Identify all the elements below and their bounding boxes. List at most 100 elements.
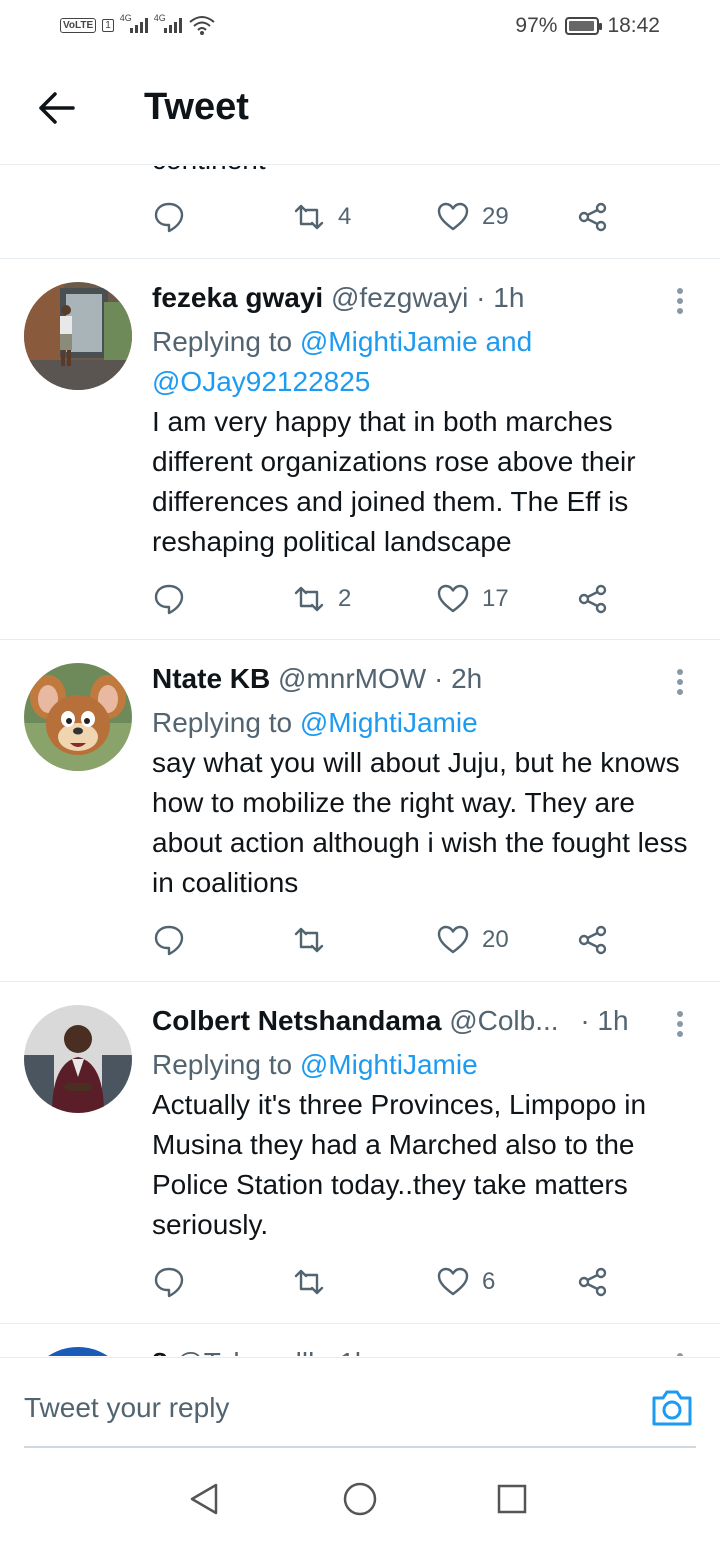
tweet-text: Actually it's three Provinces, Limpopo i… — [152, 1089, 647, 1240]
tweet-item[interactable]: Ntate KB @mnrMOW · 2h Replying to @Might… — [0, 645, 720, 981]
divider — [0, 639, 720, 640]
user-handle: @Colb... — [449, 1005, 559, 1036]
system-nav-bar — [0, 1449, 720, 1541]
heart-icon — [437, 584, 469, 613]
tweet-time: · 1h — [476, 282, 525, 313]
reply-button[interactable] — [152, 1257, 198, 1307]
reply-button[interactable] — [152, 192, 198, 242]
retweet-button[interactable]: 4 — [292, 192, 351, 242]
tweet-header: Colbert Netshandama @Colb... · 1h — [152, 1005, 662, 1037]
retweet-count: 4 — [338, 203, 352, 230]
user-handle: @fezgwayi — [330, 282, 469, 313]
tweet-item[interactable]: 8 @Tebogolll · 1h — [0, 1329, 720, 1356]
wifi-icon — [189, 16, 215, 35]
like-button[interactable]: 29 — [436, 192, 509, 242]
retweet-button[interactable] — [292, 915, 338, 965]
share-button[interactable] — [576, 574, 610, 624]
clock: 18:42 — [607, 14, 660, 37]
camera-icon — [652, 1390, 692, 1426]
back-button[interactable] — [34, 86, 78, 130]
tweet-actions: 6 — [152, 1257, 622, 1307]
replying-to-label: Replying to — [152, 326, 300, 357]
more-options-button[interactable] — [668, 1007, 692, 1041]
retweet-icon — [294, 204, 324, 230]
heart-icon — [437, 925, 469, 954]
like-count: 20 — [482, 926, 509, 953]
tweet-time: · 1h — [580, 1005, 629, 1036]
avatar[interactable] — [24, 282, 132, 390]
display-name[interactable]: Colbert Netshandama — [152, 1005, 441, 1036]
tweet-time: · 1h — [322, 1347, 370, 1356]
more-options-button[interactable] — [668, 1349, 692, 1356]
speech-bubble-icon — [154, 1267, 184, 1298]
retweet-icon — [294, 1269, 324, 1295]
tweet-item[interactable]: fezeka gwayi @fezgwayi · 1h Replying to … — [0, 264, 720, 639]
speech-bubble-icon — [154, 202, 184, 233]
circle-home-icon — [343, 1482, 377, 1516]
retweet-button[interactable] — [292, 1257, 338, 1307]
tweet-header: fezeka gwayi @fezgwayi · 1h — [152, 282, 662, 314]
sim-indicator: 1 — [102, 18, 114, 32]
reply-input[interactable]: Tweet your reply — [24, 1392, 229, 1424]
mention-link[interactable]: @MightiJamie — [300, 1049, 478, 1080]
nav-recents-button[interactable] — [492, 1479, 532, 1519]
replying-to: Replying to @MightiJamie — [152, 1045, 672, 1085]
reply-button[interactable] — [152, 574, 198, 624]
avatar[interactable] — [24, 663, 132, 771]
replying-to-label: Replying to — [152, 707, 300, 738]
tweet-item[interactable]: Colbert Netshandama @Colb... · 1h Replyi… — [0, 987, 720, 1323]
speech-bubble-icon — [154, 584, 184, 615]
status-bar: VoLTE 1 4G 4G 97% 18:42 — [0, 0, 720, 56]
nav-back-button[interactable] — [184, 1479, 224, 1519]
replying-to: Replying to @MightiJamie — [152, 703, 672, 743]
camera-button[interactable] — [650, 1388, 694, 1428]
divider — [0, 1323, 720, 1324]
like-button[interactable]: 20 — [436, 915, 509, 965]
display-name[interactable]: Ntate KB — [152, 663, 270, 694]
volte-indicator: VoLTE — [60, 17, 97, 33]
triangle-back-icon — [190, 1483, 218, 1515]
retweet-button[interactable]: 2 — [292, 574, 351, 624]
tweet-time: · 2h — [433, 663, 483, 694]
heart-icon — [437, 202, 469, 231]
replying-to: Replying to @MightiJamie and @OJay921228… — [152, 322, 672, 402]
tweet-header: Ntate KB @mnrMOW · 2h — [152, 663, 662, 695]
partial-tweet-text: continent — [152, 166, 266, 176]
like-button[interactable]: 17 — [436, 574, 509, 624]
mention-link-2[interactable]: @OJay92122825 — [152, 366, 370, 397]
nav-home-button[interactable] — [340, 1479, 380, 1519]
signal-icon-2: 4G — [154, 13, 182, 33]
like-button[interactable]: 6 — [436, 1257, 495, 1307]
tweet-text: say what you will about Juju, but he kno… — [152, 747, 688, 898]
share-button[interactable] — [576, 1257, 610, 1307]
battery-icon — [565, 17, 603, 35]
like-count: 29 — [482, 203, 509, 230]
more-options-button[interactable] — [668, 665, 692, 699]
network-type-2: 4G — [153, 13, 166, 23]
mention-link[interactable]: @MightiJamie — [300, 707, 478, 738]
user-handle: @mnrMOW — [278, 663, 427, 694]
retweet-icon — [294, 586, 324, 612]
speech-bubble-icon — [154, 925, 184, 956]
tweet-text: I am very happy that in both marches dif… — [152, 406, 636, 557]
share-icon — [578, 1267, 607, 1297]
more-options-button[interactable] — [668, 284, 692, 318]
share-button[interactable] — [576, 192, 610, 242]
arrow-left-icon — [39, 92, 75, 124]
network-type-1: 4G — [119, 13, 132, 23]
mention-link[interactable]: @MightiJamie and — [300, 326, 532, 357]
app-header: Tweet — [0, 56, 720, 165]
battery-percent: 97% — [515, 14, 558, 37]
square-recents-icon — [497, 1484, 527, 1514]
status-right: 97% 18:42 — [515, 14, 660, 38]
display-name[interactable]: fezeka gwayi — [152, 282, 323, 313]
share-button[interactable] — [576, 915, 610, 965]
reply-button[interactable] — [152, 915, 198, 965]
display-name[interactable]: 8 — [152, 1347, 168, 1356]
avatar[interactable] — [24, 1347, 132, 1356]
tweet-feed[interactable]: continent 4 29 — [0, 166, 720, 1356]
heart-icon — [437, 1267, 469, 1296]
retweet-icon — [294, 927, 324, 953]
avatar[interactable] — [24, 1005, 132, 1113]
like-count: 17 — [482, 585, 509, 612]
